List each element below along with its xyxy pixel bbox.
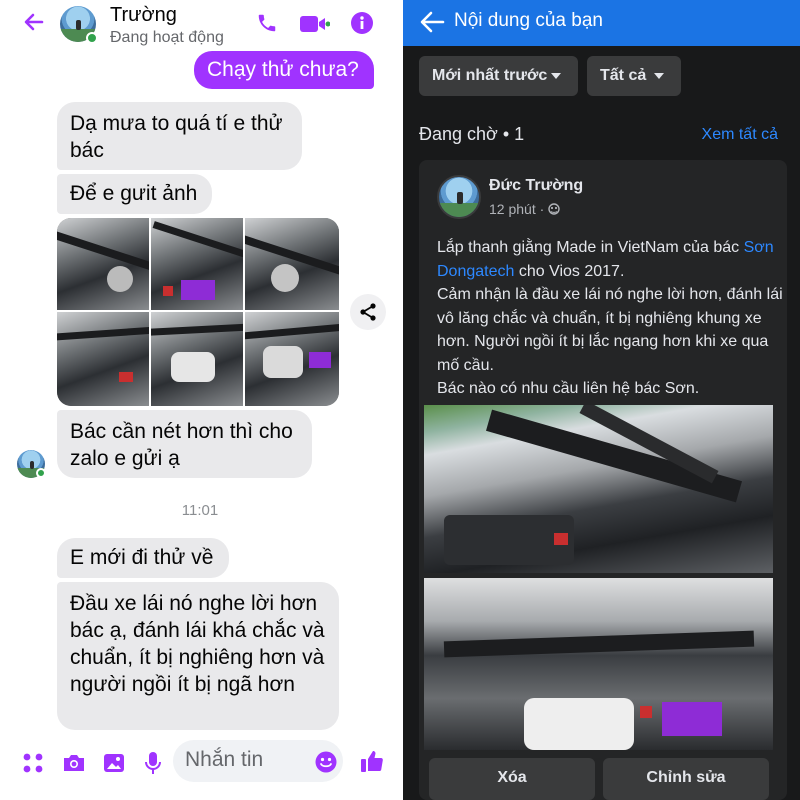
online-indicator <box>36 468 46 478</box>
phone-icon[interactable] <box>256 12 278 34</box>
attached-photo[interactable] <box>151 312 243 406</box>
edit-button[interactable]: Chỉnh sửa <box>603 758 769 800</box>
message-bubble-incoming[interactable]: E mới đi thử về <box>57 538 229 578</box>
post-photo[interactable] <box>424 578 773 750</box>
video-call-icon[interactable] <box>300 14 330 34</box>
back-arrow-icon[interactable] <box>419 10 445 34</box>
chevron-down-icon <box>551 73 561 79</box>
facebook-panel: Nội dung của bạn Mới nhất trước Tất cả Đ… <box>403 0 800 800</box>
attached-photo[interactable] <box>57 312 149 406</box>
messenger-panel: Trường Đang hoạt động Chạy thử chưa? Dạ … <box>0 0 400 800</box>
post-author[interactable]: Đức Trường <box>489 177 583 195</box>
post-timestamp: 12 phút · <box>489 201 560 217</box>
chat-header: Trường Đang hoạt động <box>0 0 400 50</box>
attached-photo[interactable] <box>57 218 149 310</box>
gallery-icon[interactable] <box>103 752 125 774</box>
like-icon[interactable] <box>360 749 384 773</box>
post-photo[interactable] <box>424 405 773 573</box>
contact-name[interactable]: Trường <box>110 4 177 27</box>
attached-photo[interactable] <box>245 218 339 310</box>
contact-status: Đang hoạt động <box>110 29 224 46</box>
info-icon[interactable] <box>351 12 373 34</box>
message-bubble-incoming[interactable]: Bác cần nét hơn thì cho zalo e gửi ạ <box>57 410 312 478</box>
chevron-down-icon <box>654 73 664 79</box>
sort-filter-dropdown[interactable]: Mới nhất trước <box>419 56 578 96</box>
post-body: Lắp thanh giằng Made in VietNam của bác … <box>437 239 783 397</box>
message-bubble-outgoing[interactable]: Chạy thử chưa? <box>194 51 374 89</box>
author-avatar[interactable] <box>437 175 481 219</box>
camera-icon[interactable] <box>62 753 86 773</box>
attached-photo[interactable] <box>245 312 339 406</box>
menu-dots-icon[interactable] <box>22 752 44 774</box>
time-separator: 11:01 <box>181 502 219 519</box>
back-arrow-icon[interactable] <box>22 10 46 34</box>
sort-filter-label: Mới nhất trước <box>432 67 548 84</box>
microphone-icon[interactable] <box>144 751 162 775</box>
message-bubble-incoming[interactable]: Để e gưit ảnh <box>57 174 212 214</box>
share-icon <box>360 303 376 321</box>
see-all-link[interactable]: Xem tất cả <box>702 126 778 144</box>
message-bubble-incoming[interactable]: Đầu xe lái nó nghe lời hơn bác ạ, đánh l… <box>57 582 339 730</box>
online-indicator <box>86 32 98 44</box>
type-filter-label: Tất cả <box>600 67 647 84</box>
emoji-icon[interactable] <box>315 751 337 773</box>
type-filter-dropdown[interactable]: Tất cả <box>587 56 681 96</box>
friends-icon <box>548 203 560 215</box>
delete-button[interactable]: Xóa <box>429 758 595 800</box>
top-bar: Nội dung của bạn <box>403 0 800 46</box>
message-input-placeholder[interactable]: Nhắn tin <box>185 748 263 772</box>
page-title: Nội dung của bạn <box>454 10 603 31</box>
message-bubble-incoming[interactable]: Dạ mưa to quá tí e thử bác <box>57 102 302 170</box>
share-button[interactable] <box>350 294 386 330</box>
attached-photo[interactable] <box>151 218 243 310</box>
pending-count-label: Đang chờ • 1 <box>419 124 525 144</box>
photo-attachment-grid[interactable] <box>57 218 339 406</box>
